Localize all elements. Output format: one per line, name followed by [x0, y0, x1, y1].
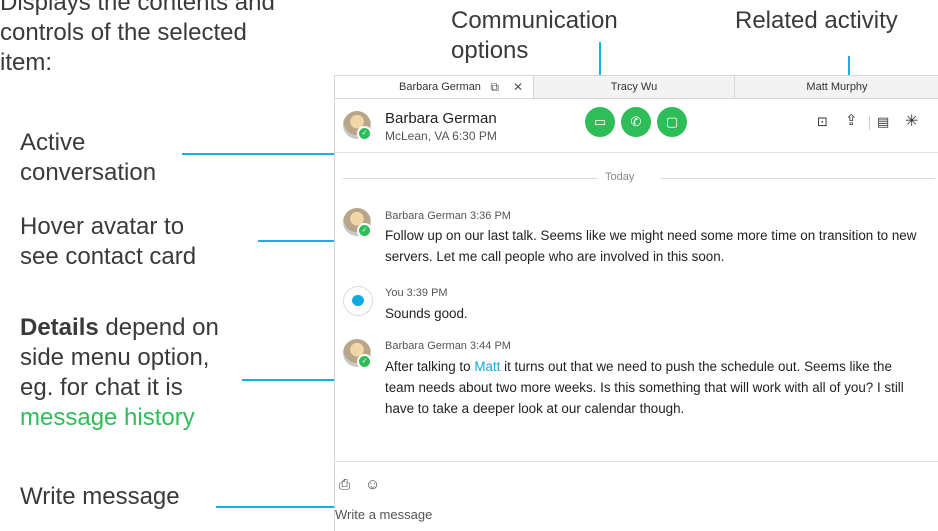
active-conversation-annotation: Active conversation: [20, 129, 157, 186]
compose-divider: [335, 461, 938, 462]
contact-location: McLean, VA 6:30 PM: [385, 129, 497, 143]
contact-name: Barbara German: [385, 110, 497, 127]
message-meta: Barbara German 3:36 PM: [385, 210, 511, 222]
phone-icon: ✆: [630, 114, 642, 129]
video-call-button[interactable]: ▭: [585, 107, 615, 137]
contact-card-icon[interactable]: ▤: [877, 114, 889, 130]
tab-tracy-wu[interactable]: Tracy Wu: [534, 76, 734, 98]
avatar[interactable]: [343, 286, 373, 316]
share-screen-button[interactable]: ▢: [657, 107, 687, 137]
conversation-tabs: Barbara German ⧉ ✕ Tracy Wu Matt Murphy: [335, 76, 938, 99]
presence-icon: ✓: [357, 223, 372, 238]
message-text: After talking to Matt it turns out that …: [385, 359, 904, 416]
message-input[interactable]: Write a message: [335, 507, 432, 522]
share-screen-icon: ▢: [665, 114, 679, 129]
date-divider-line: [661, 178, 935, 179]
hover-avatar-annotation: Hover avatar to see contact card: [20, 213, 197, 270]
emoji-icon[interactable]: ☺: [365, 476, 380, 493]
chat-bubble-icon: [352, 295, 364, 306]
details-annotation: Details depend on side menu option, eg. …: [20, 314, 219, 431]
message-text: Sounds good.: [385, 306, 468, 321]
related-activity-annotation: Related activity: [735, 7, 898, 34]
video-icon: ▭: [593, 114, 607, 129]
header-divider: [335, 152, 938, 153]
upload-icon[interactable]: ⇪: [845, 111, 858, 129]
audio-call-button[interactable]: ✆: [621, 107, 651, 137]
toolbar-divider: [869, 116, 870, 130]
attach-file-icon[interactable]: ⎙: [339, 476, 350, 493]
tab-matt-murphy[interactable]: Matt Murphy: [735, 76, 938, 98]
write-message-annotation: Write message: [20, 483, 180, 510]
intro-annotation: Displays the contents and controls of th…: [0, 0, 275, 76]
message-meta: Barbara German 3:44 PM: [385, 340, 511, 352]
mention-link[interactable]: Matt: [474, 359, 500, 374]
communication-options-annotation: Communication options: [451, 7, 618, 64]
tab-barbara-german[interactable]: Barbara German ⧉ ✕: [335, 76, 533, 98]
presence-icon: ✓: [357, 354, 372, 369]
meeting-icon[interactable]: ⊡: [817, 114, 828, 130]
message-meta: You 3:39 PM: [385, 287, 448, 299]
chat-window: Barbara German ⧉ ✕ Tracy Wu Matt Murphy …: [334, 75, 938, 531]
message-text: Follow up on our last talk. Seems like w…: [385, 228, 917, 264]
close-icon[interactable]: ✕: [513, 76, 523, 98]
date-divider-label: Today: [605, 171, 635, 183]
more-icon[interactable]: ✳: [905, 111, 918, 131]
popout-icon[interactable]: ⧉: [490, 76, 499, 98]
presence-icon: ✓: [357, 126, 372, 141]
date-divider-line: [343, 178, 597, 179]
hover-avatar-pointer: [258, 240, 344, 242]
